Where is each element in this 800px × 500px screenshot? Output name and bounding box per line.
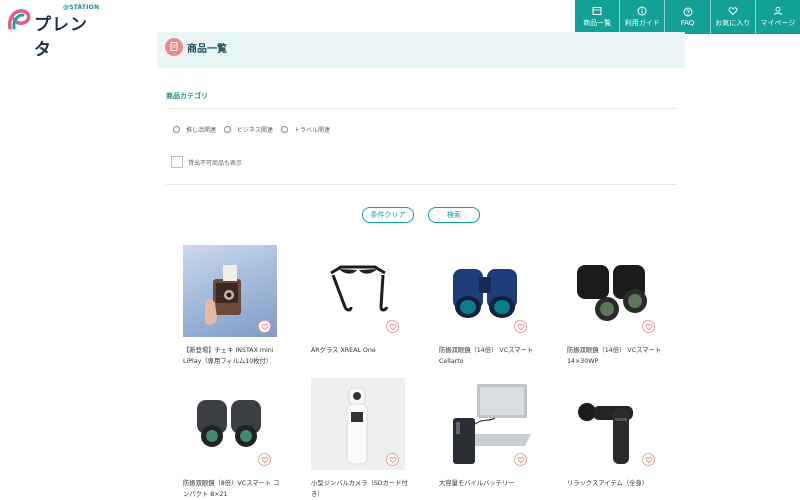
heart-icon <box>728 7 738 16</box>
search-button[interactable]: 検索 <box>428 207 480 223</box>
site-header: @STATION プレンタ 商品一覧 利用ガイド FAQ お気に入り マイページ <box>0 0 800 60</box>
product-name[interactable]: リラックスアイテム（全身） <box>567 478 665 489</box>
heart-icon <box>388 456 397 463</box>
nav-label: お気に入り <box>715 19 751 27</box>
favorite-button[interactable] <box>258 320 271 333</box>
favorite-button[interactable] <box>642 453 655 466</box>
category-section-label: 商品カテゴリ <box>166 92 208 100</box>
heart-icon <box>516 323 525 330</box>
product-name[interactable]: 大容量モバイルバッテリー <box>439 478 537 489</box>
favorite-button[interactable] <box>642 320 655 333</box>
radio-circle[interactable] <box>224 126 232 133</box>
category-radio-oshi[interactable]: 推し活関連 <box>173 125 216 134</box>
heart-icon <box>644 323 653 330</box>
main-nav: 商品一覧 利用ガイド FAQ お気に入り マイページ <box>575 0 800 34</box>
page-title-band <box>157 32 685 68</box>
list-icon <box>592 7 602 15</box>
nav-label: FAQ <box>680 19 695 27</box>
radio-circle[interactable] <box>281 126 289 133</box>
user-icon <box>773 6 782 16</box>
radio-label: ビジネス関連 <box>237 127 274 134</box>
logo-brand-name: プレンタ <box>34 15 88 60</box>
nav-item-products[interactable]: 商品一覧 <box>575 0 619 34</box>
favorite-button[interactable] <box>514 320 527 333</box>
category-radio-travel[interactable]: トラベル関連 <box>281 125 330 134</box>
nav-label: マイページ <box>760 19 796 27</box>
site-logo[interactable]: @STATION プレンタ <box>6 4 99 60</box>
heart-icon <box>516 456 525 463</box>
document-icon <box>170 42 178 51</box>
divider <box>166 108 676 109</box>
nav-label: 商品一覧 <box>583 19 612 27</box>
logo-mark-icon <box>7 9 31 30</box>
product-name[interactable]: 防振双眼鏡（8倍）VCスマート コンパクト 8×21 <box>183 478 281 500</box>
checkbox-label: 貸出不可商品も表示 <box>188 159 243 167</box>
product-name[interactable]: 【新登場】チェキ INSTAX mini LiPlay（専用フィルム10枚付） <box>183 345 281 367</box>
favorite-button[interactable] <box>258 453 271 466</box>
heart-icon <box>260 323 269 330</box>
nav-item-favorites[interactable]: お気に入り <box>709 0 755 34</box>
product-name[interactable]: ARグラス XREAL One <box>311 345 409 356</box>
category-radio-business[interactable]: ビジネス関連 <box>224 125 273 134</box>
show-unavailable-option[interactable]: 貸出不可商品も表示 <box>171 156 242 168</box>
category-radio-group: 推し活関連 ビジネス関連 トラベル関連 <box>173 125 338 134</box>
favorite-button[interactable] <box>514 453 527 466</box>
show-unavailable-checkbox[interactable] <box>171 156 183 168</box>
nav-label: 利用ガイド <box>624 19 660 27</box>
radio-label: トラベル関連 <box>294 127 331 134</box>
question-icon <box>683 7 692 17</box>
info-icon <box>637 6 647 16</box>
product-name[interactable]: 防振双眼鏡（14倍） VCスマートCellarto <box>439 345 537 367</box>
favorite-button[interactable] <box>386 453 399 466</box>
favorite-button[interactable] <box>386 320 399 333</box>
page-title-badge <box>165 38 183 56</box>
heart-icon <box>644 456 653 463</box>
product-name[interactable]: 防振双眼鏡（14倍） VCスマート 14×30WP <box>567 345 665 367</box>
product-name[interactable]: 小型ジンバルカメラ（SDカード付き） <box>311 478 409 500</box>
divider <box>166 184 676 185</box>
heart-icon <box>260 456 269 463</box>
clear-filters-button[interactable]: 条件クリア <box>362 207 414 223</box>
nav-item-guide[interactable]: 利用ガイド <box>619 0 664 34</box>
radio-circle[interactable] <box>173 126 180 133</box>
page-title: 商品一覧 <box>187 44 227 55</box>
heart-icon <box>388 323 397 330</box>
nav-item-faq[interactable]: FAQ <box>664 0 709 34</box>
nav-item-mypage[interactable]: マイページ <box>754 0 800 34</box>
radio-label: 推し活関連 <box>186 127 217 134</box>
